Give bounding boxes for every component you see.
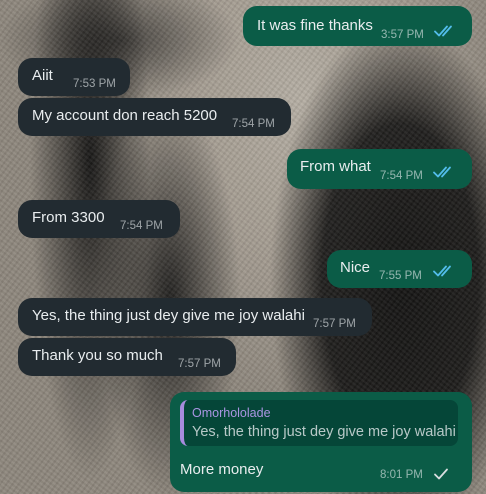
quoted-message[interactable]: Omorhololade Yes, the thing just dey giv… bbox=[180, 400, 458, 446]
message-text: Thank you so much bbox=[32, 347, 163, 364]
message-text: More money bbox=[180, 461, 264, 478]
message-text: From what bbox=[300, 158, 371, 175]
message-text: Yes, the thing just dey give me joy wala… bbox=[32, 307, 305, 324]
message-bubble-incoming[interactable]: From 3300 7:54 PM bbox=[18, 200, 180, 238]
message-time: 7:54 PM bbox=[120, 220, 163, 232]
message-text: From 3300 bbox=[32, 209, 105, 226]
message-bubble-outgoing[interactable]: Nice 7:55 PM bbox=[327, 250, 472, 288]
message-time: 7:57 PM bbox=[178, 358, 221, 370]
quoted-author: Omorhololade bbox=[192, 406, 271, 420]
message-bubble-outgoing[interactable]: It was fine thanks 3:57 PM bbox=[243, 6, 472, 46]
message-time: 8:01 PM bbox=[380, 469, 423, 481]
double-check-icon bbox=[433, 166, 451, 178]
message-text: Aiit bbox=[32, 67, 53, 84]
message-time: 7:55 PM bbox=[379, 270, 422, 282]
double-check-icon bbox=[434, 25, 452, 37]
message-time: 7:53 PM bbox=[73, 78, 116, 90]
message-bubble-outgoing[interactable]: From what 7:54 PM bbox=[287, 149, 472, 189]
message-text: Nice bbox=[340, 259, 371, 276]
message-bubble-incoming[interactable]: My account don reach 5200 7:54 PM bbox=[18, 98, 291, 136]
message-time: 7:54 PM bbox=[380, 170, 423, 182]
double-check-icon bbox=[433, 265, 451, 277]
message-text: My account don reach 5200 bbox=[32, 107, 218, 124]
message-time: 7:57 PM bbox=[313, 318, 356, 330]
message-bubble-incoming[interactable]: Aiit 7:53 PM bbox=[18, 58, 130, 96]
message-bubble-incoming[interactable]: Thank you so much 7:57 PM bbox=[18, 338, 236, 376]
message-time: 3:57 PM bbox=[381, 29, 424, 41]
message-text: It was fine thanks bbox=[257, 17, 373, 34]
single-check-icon bbox=[434, 468, 448, 480]
quoted-text: Yes, the thing just dey give me joy wala… bbox=[192, 424, 456, 440]
message-bubble-incoming[interactable]: Yes, the thing just dey give me joy wala… bbox=[18, 298, 372, 336]
message-time: 7:54 PM bbox=[232, 118, 275, 130]
